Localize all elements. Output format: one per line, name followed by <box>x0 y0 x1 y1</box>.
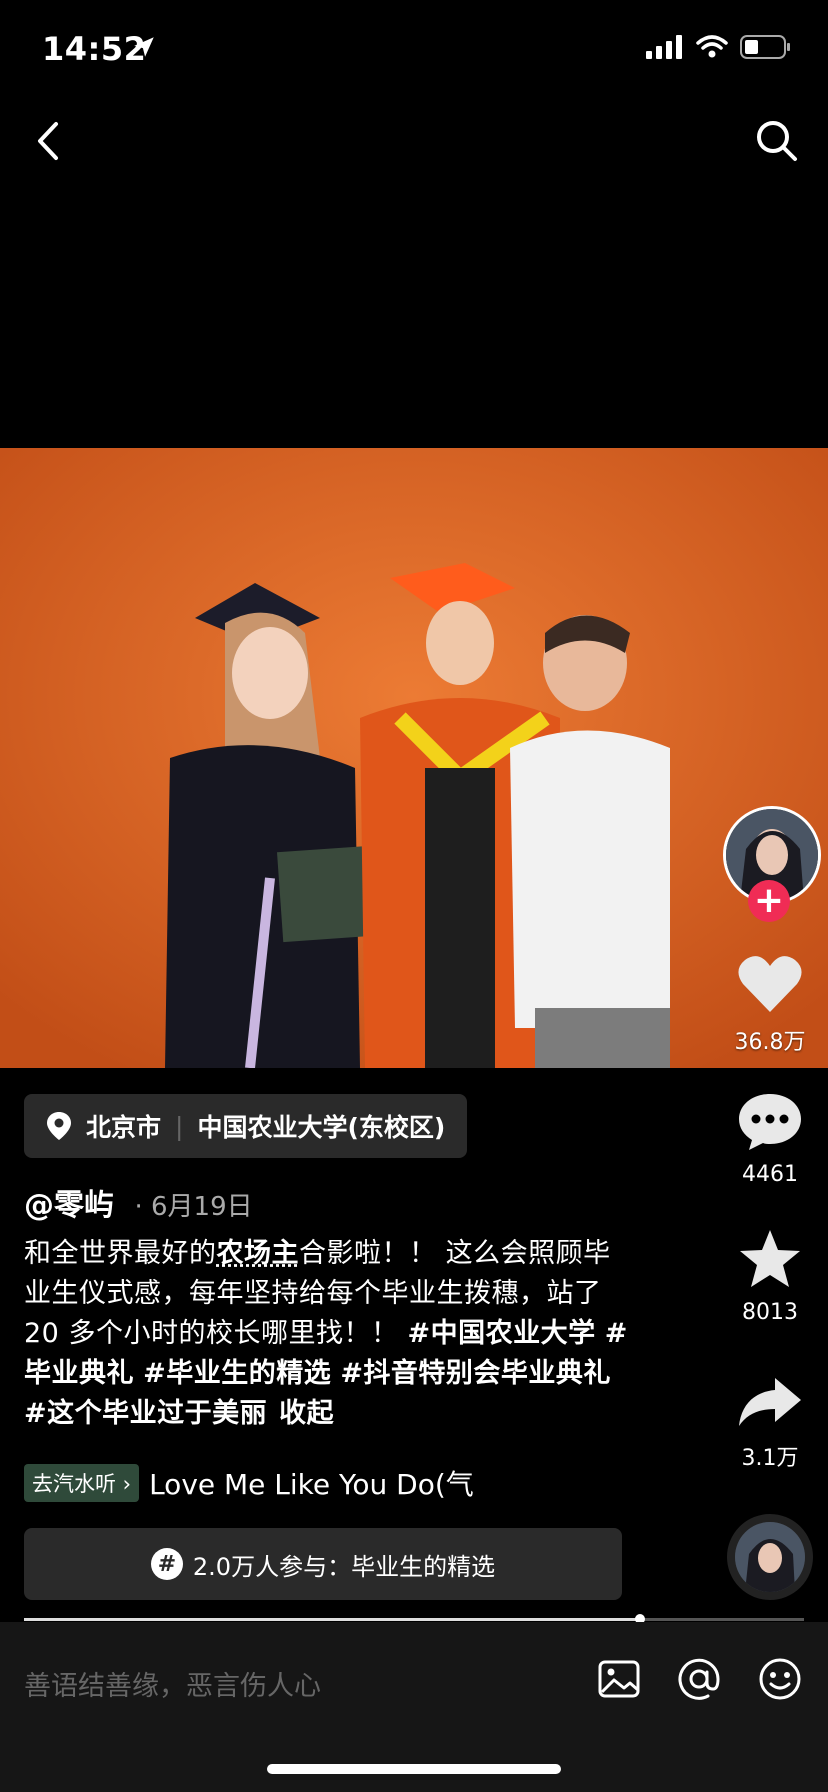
video-player[interactable] <box>0 448 828 1068</box>
hashtag[interactable]: #毕业生的精选 <box>143 1358 331 1389</box>
comment-count: 4461 <box>742 1162 798 1187</box>
progress-fill <box>24 1618 640 1621</box>
emoji-icon[interactable] <box>757 1656 803 1702</box>
music-cover-image <box>735 1522 805 1592</box>
mention-icon[interactable] <box>676 1656 722 1702</box>
battery-icon <box>740 35 790 59</box>
hashtag[interactable]: #抖音特别会毕业典礼 <box>340 1358 611 1389</box>
music-disc[interactable] <box>727 1514 813 1600</box>
location-chip[interactable]: 北京市 | 中国农业大学(东校区) <box>24 1094 468 1158</box>
location-city: 北京市 <box>86 1113 162 1142</box>
location-place: 中国农业大学(东校区) <box>197 1113 446 1142</box>
like-count: 36.8万 <box>734 1030 806 1055</box>
music-row[interactable]: 去汽水听 › Love Me Like You Do(气 <box>24 1463 474 1503</box>
share-count: 3.1万 <box>741 1446 799 1471</box>
heart-icon <box>738 956 802 1012</box>
wifi-icon <box>696 35 728 58</box>
location-pin-icon <box>47 1112 71 1140</box>
image-icon[interactable] <box>596 1656 642 1702</box>
location-separator: | <box>175 1111 184 1141</box>
hashtag[interactable]: #这个毕业过于美丽 <box>24 1398 267 1429</box>
share-button[interactable]: 3.1万 <box>715 1374 825 1472</box>
collapse-link[interactable]: 收起 <box>279 1398 334 1429</box>
comment-input[interactable]: 善语结善缘，恶言伤人心 <box>24 1664 321 1703</box>
author-line: @零屿 · 6月19日 <box>24 1180 253 1224</box>
hashtag-icon: # <box>150 1548 183 1580</box>
post-date: 6月19日 <box>150 1192 253 1222</box>
location-arrow-icon <box>134 37 154 57</box>
topic-text: 2.0万人参与：毕业生的精选 <box>192 1552 496 1581</box>
topic-bar[interactable]: # 2.0万人参与：毕业生的精选 <box>24 1528 622 1600</box>
status-icons <box>646 34 792 60</box>
favorite-count: 8013 <box>742 1300 798 1325</box>
music-title[interactable]: Love Me Like You Do(气 <box>149 1463 474 1503</box>
favorite-button[interactable]: 8013 <box>715 1228 825 1325</box>
author-handle[interactable]: @零屿 <box>24 1188 114 1223</box>
caption-text-1: 和全世界最好的 <box>24 1238 217 1269</box>
video-caption: 和全世界最好的农场主合影啦！！ 这么会照顾毕业生仪式感，每年坚持给每个毕业生拨穗… <box>24 1234 634 1434</box>
home-indicator <box>267 1764 561 1774</box>
share-icon <box>739 1378 801 1426</box>
comment-button[interactable]: 4461 <box>715 1092 825 1187</box>
signal-icon <box>646 35 682 59</box>
date-separator: · <box>134 1192 143 1222</box>
graduation-photo <box>0 448 828 1068</box>
star-icon <box>740 1230 800 1287</box>
search-icon[interactable] <box>752 116 800 164</box>
like-button[interactable]: 36.8万 <box>715 954 825 1056</box>
back-icon[interactable] <box>28 116 68 166</box>
comment-icon <box>739 1094 801 1150</box>
listen-chip[interactable]: 去汽水听 › <box>24 1464 140 1502</box>
hashtag[interactable]: #中国农业大学 <box>408 1318 596 1349</box>
follow-button[interactable]: + <box>748 880 790 922</box>
caption-keyword[interactable]: 农场主 <box>217 1238 300 1269</box>
